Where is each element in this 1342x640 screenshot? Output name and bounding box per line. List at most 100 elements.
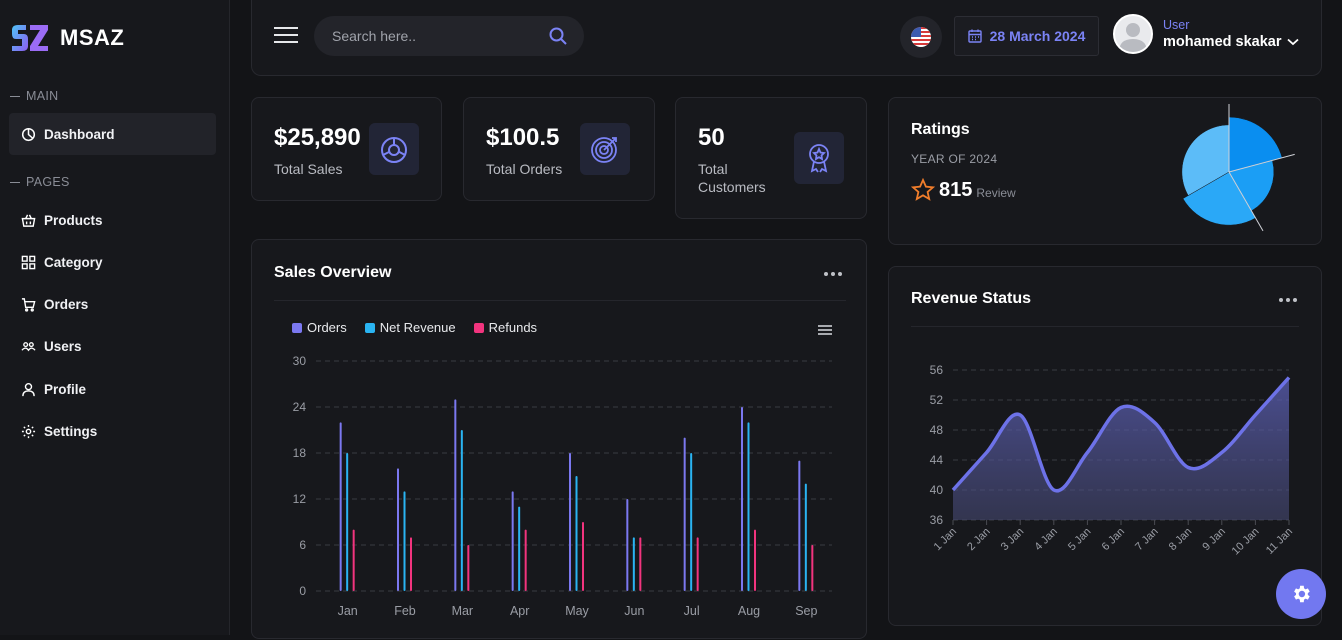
- section-pages-label: PAGES: [26, 175, 70, 189]
- bar: [467, 545, 470, 591]
- sales-overview-more-button[interactable]: [824, 272, 842, 276]
- y-tick-label: 52: [930, 393, 944, 407]
- y-tick-label: 18: [293, 446, 307, 460]
- bar: [403, 491, 406, 591]
- x-tick-label: 10 Jan: [1230, 526, 1262, 558]
- legend-orders[interactable]: Orders: [292, 320, 347, 335]
- basket-icon: [21, 214, 36, 227]
- y-tick-label: 0: [299, 584, 306, 598]
- pie-chart-icon: [21, 127, 36, 141]
- user-role: User: [1163, 18, 1190, 32]
- revenue-status-more-button[interactable]: [1279, 298, 1297, 302]
- revenue-status-title: Revenue Status: [911, 290, 1032, 307]
- user-name: mohamed skakar: [1163, 34, 1282, 50]
- divider: [274, 300, 846, 301]
- bar: [582, 522, 584, 591]
- sales-overview-title: Sales Overview: [274, 264, 392, 281]
- sidebar-item-products[interactable]: Products: [9, 199, 216, 241]
- y-tick-label: 56: [930, 363, 944, 377]
- date-picker-button[interactable]: 28 March 2024: [954, 16, 1099, 56]
- search-icon[interactable]: [548, 26, 568, 46]
- total-sales-card[interactable]: $25,890 Total Sales: [251, 97, 442, 201]
- bar: [460, 430, 463, 591]
- y-tick-label: 30: [293, 354, 307, 368]
- x-tick-label: Jan: [338, 604, 358, 618]
- x-tick-label: Feb: [394, 604, 416, 618]
- users-icon: [21, 341, 36, 351]
- y-tick-label: 44: [930, 453, 944, 467]
- x-tick-label: 9 Jan: [1200, 526, 1228, 554]
- ratings-card: Ratings YEAR OF 2024 815 Review: [888, 97, 1322, 245]
- x-tick-label: 2 Jan: [965, 526, 993, 554]
- sidebar-item-label: Orders: [44, 296, 89, 312]
- menu-toggle-button[interactable]: [274, 27, 298, 45]
- search-box: [314, 16, 584, 56]
- bar: [569, 453, 571, 591]
- sidebar-item-label: Dashboard: [44, 126, 115, 142]
- user-menu[interactable]: User mohamed skakar: [1113, 14, 1300, 54]
- sidebar: MSAZ MAIN Dashboard PAGES Products Categ…: [0, 0, 230, 635]
- bar: [352, 529, 355, 591]
- bar: [518, 506, 521, 591]
- x-tick-label: 5 Jan: [1066, 526, 1094, 554]
- ratings-unit: Review: [976, 186, 1016, 200]
- legend-label: Orders: [307, 320, 347, 335]
- orders-icon-tile: [580, 123, 630, 175]
- customers-icon-tile: [794, 132, 844, 184]
- total-customers-label: Total Customers: [698, 161, 766, 195]
- section-main: MAIN: [10, 89, 58, 103]
- total-orders-card[interactable]: $100.5 Total Orders: [463, 97, 655, 201]
- bar: [811, 545, 814, 591]
- bar: [696, 537, 699, 591]
- ratings-polar-chart: [1181, 104, 1295, 232]
- bar: [454, 399, 457, 591]
- y-tick-label: 6: [299, 538, 306, 552]
- sales-icon-tile: [369, 123, 419, 175]
- section-main-label: MAIN: [26, 89, 59, 103]
- bar: [575, 476, 578, 591]
- sidebar-item-profile[interactable]: Profile: [9, 368, 216, 410]
- total-sales-label: Total Sales: [274, 161, 343, 177]
- total-orders-value: $100.5: [486, 124, 560, 151]
- polar-slice: [1228, 116, 1283, 173]
- sidebar-item-settings[interactable]: Settings: [9, 410, 216, 452]
- revenue-area-chart: 36 40 44 48 52 56 1 Jan 2 Jan 3 Jan 4 Jan 5 Jan 6 J…: [930, 363, 1295, 558]
- sidebar-item-dashboard[interactable]: Dashboard: [9, 113, 216, 155]
- chevron-down-icon[interactable]: [1287, 38, 1300, 46]
- gear-icon: [21, 424, 36, 438]
- legend-swatch: [473, 322, 484, 333]
- area-fill: [953, 377, 1289, 520]
- gear-icon: [1294, 585, 1310, 603]
- chart-menu-icon[interactable]: [818, 324, 832, 336]
- y-tick-label: 24: [293, 400, 307, 414]
- x-tick-label: 4 Jan: [1032, 526, 1060, 554]
- x-tick-label: Mar: [452, 604, 474, 618]
- sales-overview-card: Sales Overview Orders Net Revenue Refund…: [251, 239, 867, 639]
- legend-refunds[interactable]: Refunds: [473, 320, 537, 335]
- star-icon: [911, 178, 935, 201]
- bar: [632, 537, 635, 591]
- sidebar-item-orders[interactable]: Orders: [9, 283, 216, 325]
- bar: [754, 529, 756, 591]
- sidebar-item-category[interactable]: Category: [9, 241, 216, 283]
- sidebar-item-users[interactable]: Users: [9, 325, 216, 367]
- x-tick-label: 8 Jan: [1167, 526, 1195, 554]
- donut-chart-icon: [381, 137, 407, 163]
- settings-fab-button[interactable]: [1276, 569, 1326, 619]
- revenue-status-card: Revenue Status 36 40 44 48 52 56 1 Jan 2 Jan 3 J…: [888, 266, 1322, 626]
- ratings-subtitle: YEAR OF 2024: [911, 152, 998, 166]
- cart-icon: [21, 297, 36, 312]
- y-tick-label: 40: [930, 483, 944, 497]
- target-icon: [591, 137, 617, 163]
- award-badge-icon: [809, 144, 829, 173]
- bar: [798, 460, 801, 591]
- sidebar-item-label: Profile: [44, 381, 87, 397]
- brand[interactable]: MSAZ: [10, 22, 124, 54]
- language-flag-button[interactable]: [900, 16, 942, 58]
- x-tick-label: May: [565, 604, 589, 618]
- total-customers-card[interactable]: 50 Total Customers: [675, 97, 867, 219]
- ratings-title: Ratings: [911, 121, 970, 138]
- x-tick-label: Jul: [684, 604, 700, 618]
- legend-net-revenue[interactable]: Net Revenue: [364, 320, 456, 335]
- search-input[interactable]: [314, 28, 534, 44]
